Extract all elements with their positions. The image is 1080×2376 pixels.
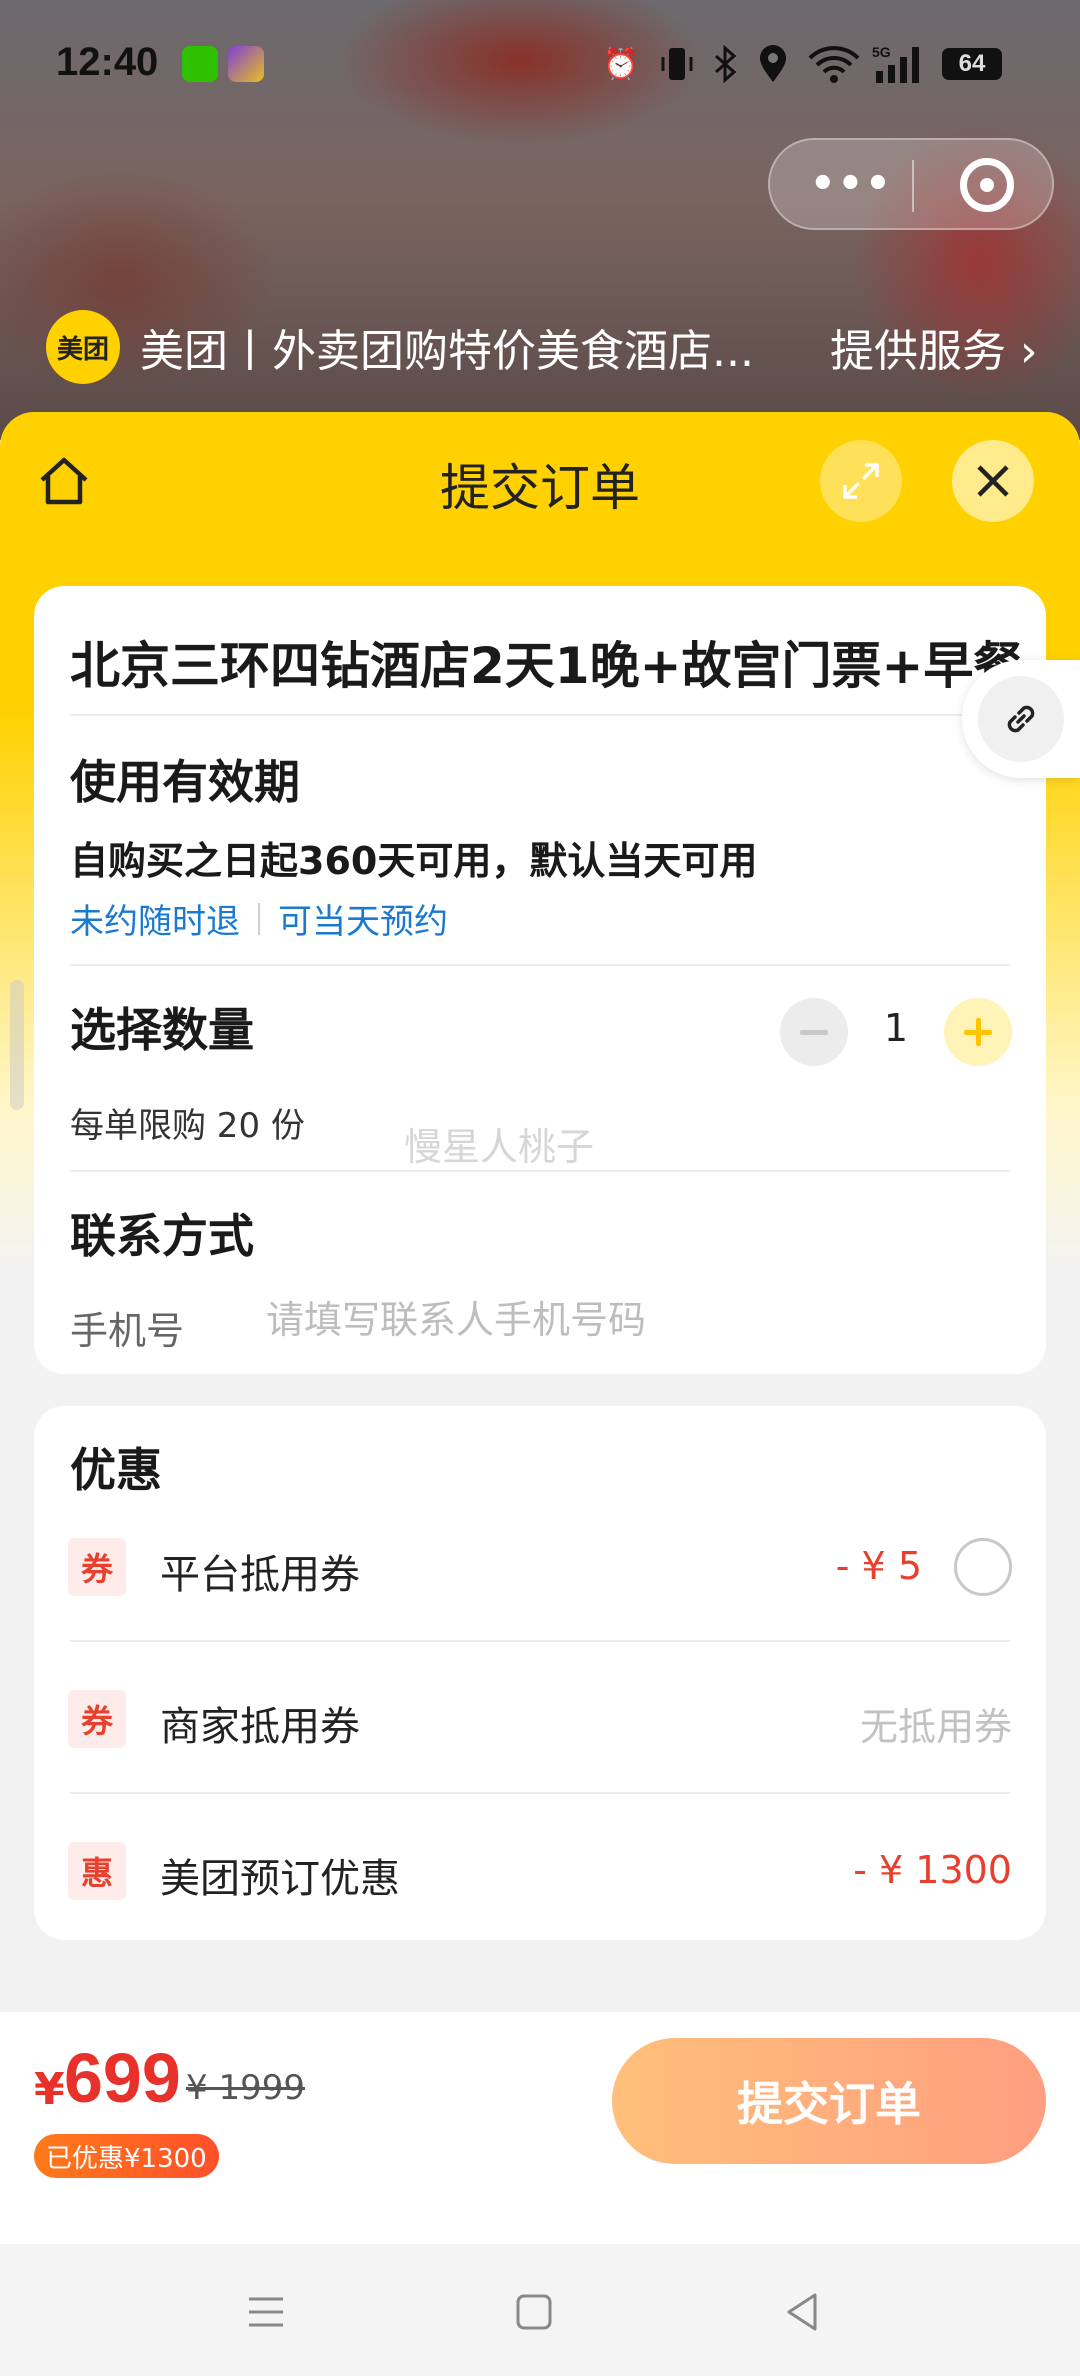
discount-label: 美团预订优惠 xyxy=(160,1856,400,1902)
close-target-icon[interactable] xyxy=(960,158,1014,212)
discount-card: 优惠 券 平台抵用券 - ¥ 5 券 商家抵用券 无抵用券 惠 美团预订优惠 -… xyxy=(34,1406,1046,1940)
page-title: 提交订单 xyxy=(440,459,640,517)
status-bar: 12:40 ⏰ 5G 64 xyxy=(0,0,1080,130)
tag-same-day: 可当天预约 xyxy=(278,902,448,942)
product-title: 北京三环四钻酒店2天1晚+故宫门票+早餐 xyxy=(70,637,1024,695)
provider-name: 美团丨外卖团购特价美食酒店... xyxy=(140,326,754,377)
wechat-icon xyxy=(182,46,218,82)
discount-value: - ¥ 1300 xyxy=(853,1848,1012,1892)
discount-value: - ¥ 5 xyxy=(835,1544,922,1588)
discount-row-platform-coupon[interactable]: 券 平台抵用券 - ¥ 5 xyxy=(34,1490,1046,1640)
original-price: ¥ 1999 xyxy=(186,2068,305,2108)
price-currency: ¥ xyxy=(34,2064,65,2115)
decrement-button[interactable] xyxy=(780,998,848,1066)
mini-program-capsule: ••• xyxy=(768,138,1054,230)
vibrate-icon xyxy=(660,44,694,84)
order-sheet: 提交订单 北京三环四钻酒店2天1晚+故宫门票+早餐 使用有效期 自购买之日起36… xyxy=(0,412,1080,2012)
divider xyxy=(70,1170,1010,1172)
tag-separator xyxy=(258,902,260,935)
refund-tags: 未约随时退 可当天预约 xyxy=(70,894,448,943)
signal-5g-icon: 5G xyxy=(872,44,928,84)
expand-icon[interactable] xyxy=(820,440,902,522)
checkout-bar: ¥ 699 ¥ 1999 已优惠¥1300 提交订单 xyxy=(0,2012,1080,2244)
discount-label: 平台抵用券 xyxy=(160,1552,360,1598)
meituan-logo: 美团 xyxy=(46,310,120,384)
capsule-divider xyxy=(912,160,914,212)
divider xyxy=(70,964,1010,966)
tag-refund: 未约随时退 xyxy=(70,902,240,942)
status-time: 12:40 xyxy=(56,40,159,84)
provider-bar[interactable]: 美团 美团丨外卖团购特价美食酒店... 提供服务 › xyxy=(46,310,1046,384)
increment-button[interactable] xyxy=(944,998,1012,1066)
discount-row-merchant-coupon[interactable]: 券 商家抵用券 无抵用券 xyxy=(34,1642,1046,1792)
discount-value: 无抵用券 xyxy=(859,1705,1012,1749)
quantity-stepper: 1 xyxy=(780,998,1012,1066)
watermark: 慢星人桃子 xyxy=(404,1125,595,1169)
divider xyxy=(70,714,1010,716)
game-app-icon xyxy=(228,46,264,82)
close-icon[interactable] xyxy=(952,440,1034,522)
phone-input[interactable] xyxy=(266,1290,966,1350)
bluetooth-icon xyxy=(712,44,738,84)
discount-label: 商家抵用券 xyxy=(160,1704,360,1750)
phone-label: 手机号 xyxy=(70,1309,185,1353)
coupon-badge: 券 xyxy=(68,1538,126,1596)
alarm-icon: ⏰ xyxy=(602,46,640,82)
wifi-icon xyxy=(808,44,860,84)
menu-icon[interactable] xyxy=(238,2284,294,2340)
purchase-limit: 每单限购 20 份 xyxy=(70,1106,305,1146)
validity-heading: 使用有效期 xyxy=(70,755,300,809)
svg-text:5G: 5G xyxy=(872,44,891,60)
total-price: 699 xyxy=(64,2039,181,2117)
location-icon xyxy=(756,44,790,84)
system-nav-bar xyxy=(0,2244,1080,2376)
sheet-header: 提交订单 xyxy=(0,412,1080,552)
product-card: 北京三环四钻酒店2天1晚+故宫门票+早餐 使用有效期 自购买之日起360天可用，… xyxy=(34,586,1046,1374)
more-dots-icon[interactable]: ••• xyxy=(810,162,893,206)
battery-icon: 64 xyxy=(942,48,1002,80)
scroll-handle[interactable] xyxy=(10,980,24,1110)
link-icon xyxy=(978,676,1064,762)
saved-badge: 已优惠¥1300 xyxy=(34,2134,219,2178)
validity-text: 自购买之日起360天可用，默认当天可用 xyxy=(70,839,758,883)
quantity-value: 1 xyxy=(883,1006,909,1050)
service-link[interactable]: 提供服务 › xyxy=(830,315,1038,379)
quantity-heading: 选择数量 xyxy=(70,1003,254,1057)
service-link-label: 提供服务 xyxy=(830,326,1006,377)
coupon-radio[interactable] xyxy=(954,1538,1012,1596)
discount-row-booking-offer: 惠 美团预订优惠 - ¥ 1300 xyxy=(34,1794,1046,1944)
share-link-button[interactable] xyxy=(962,660,1080,778)
contact-heading: 联系方式 xyxy=(70,1209,254,1263)
back-icon[interactable] xyxy=(774,2284,830,2340)
submit-order-button[interactable]: 提交订单 xyxy=(612,2038,1046,2164)
offer-badge: 惠 xyxy=(68,1842,126,1900)
coupon-badge: 券 xyxy=(68,1690,126,1748)
home-square-icon[interactable] xyxy=(506,2284,562,2340)
